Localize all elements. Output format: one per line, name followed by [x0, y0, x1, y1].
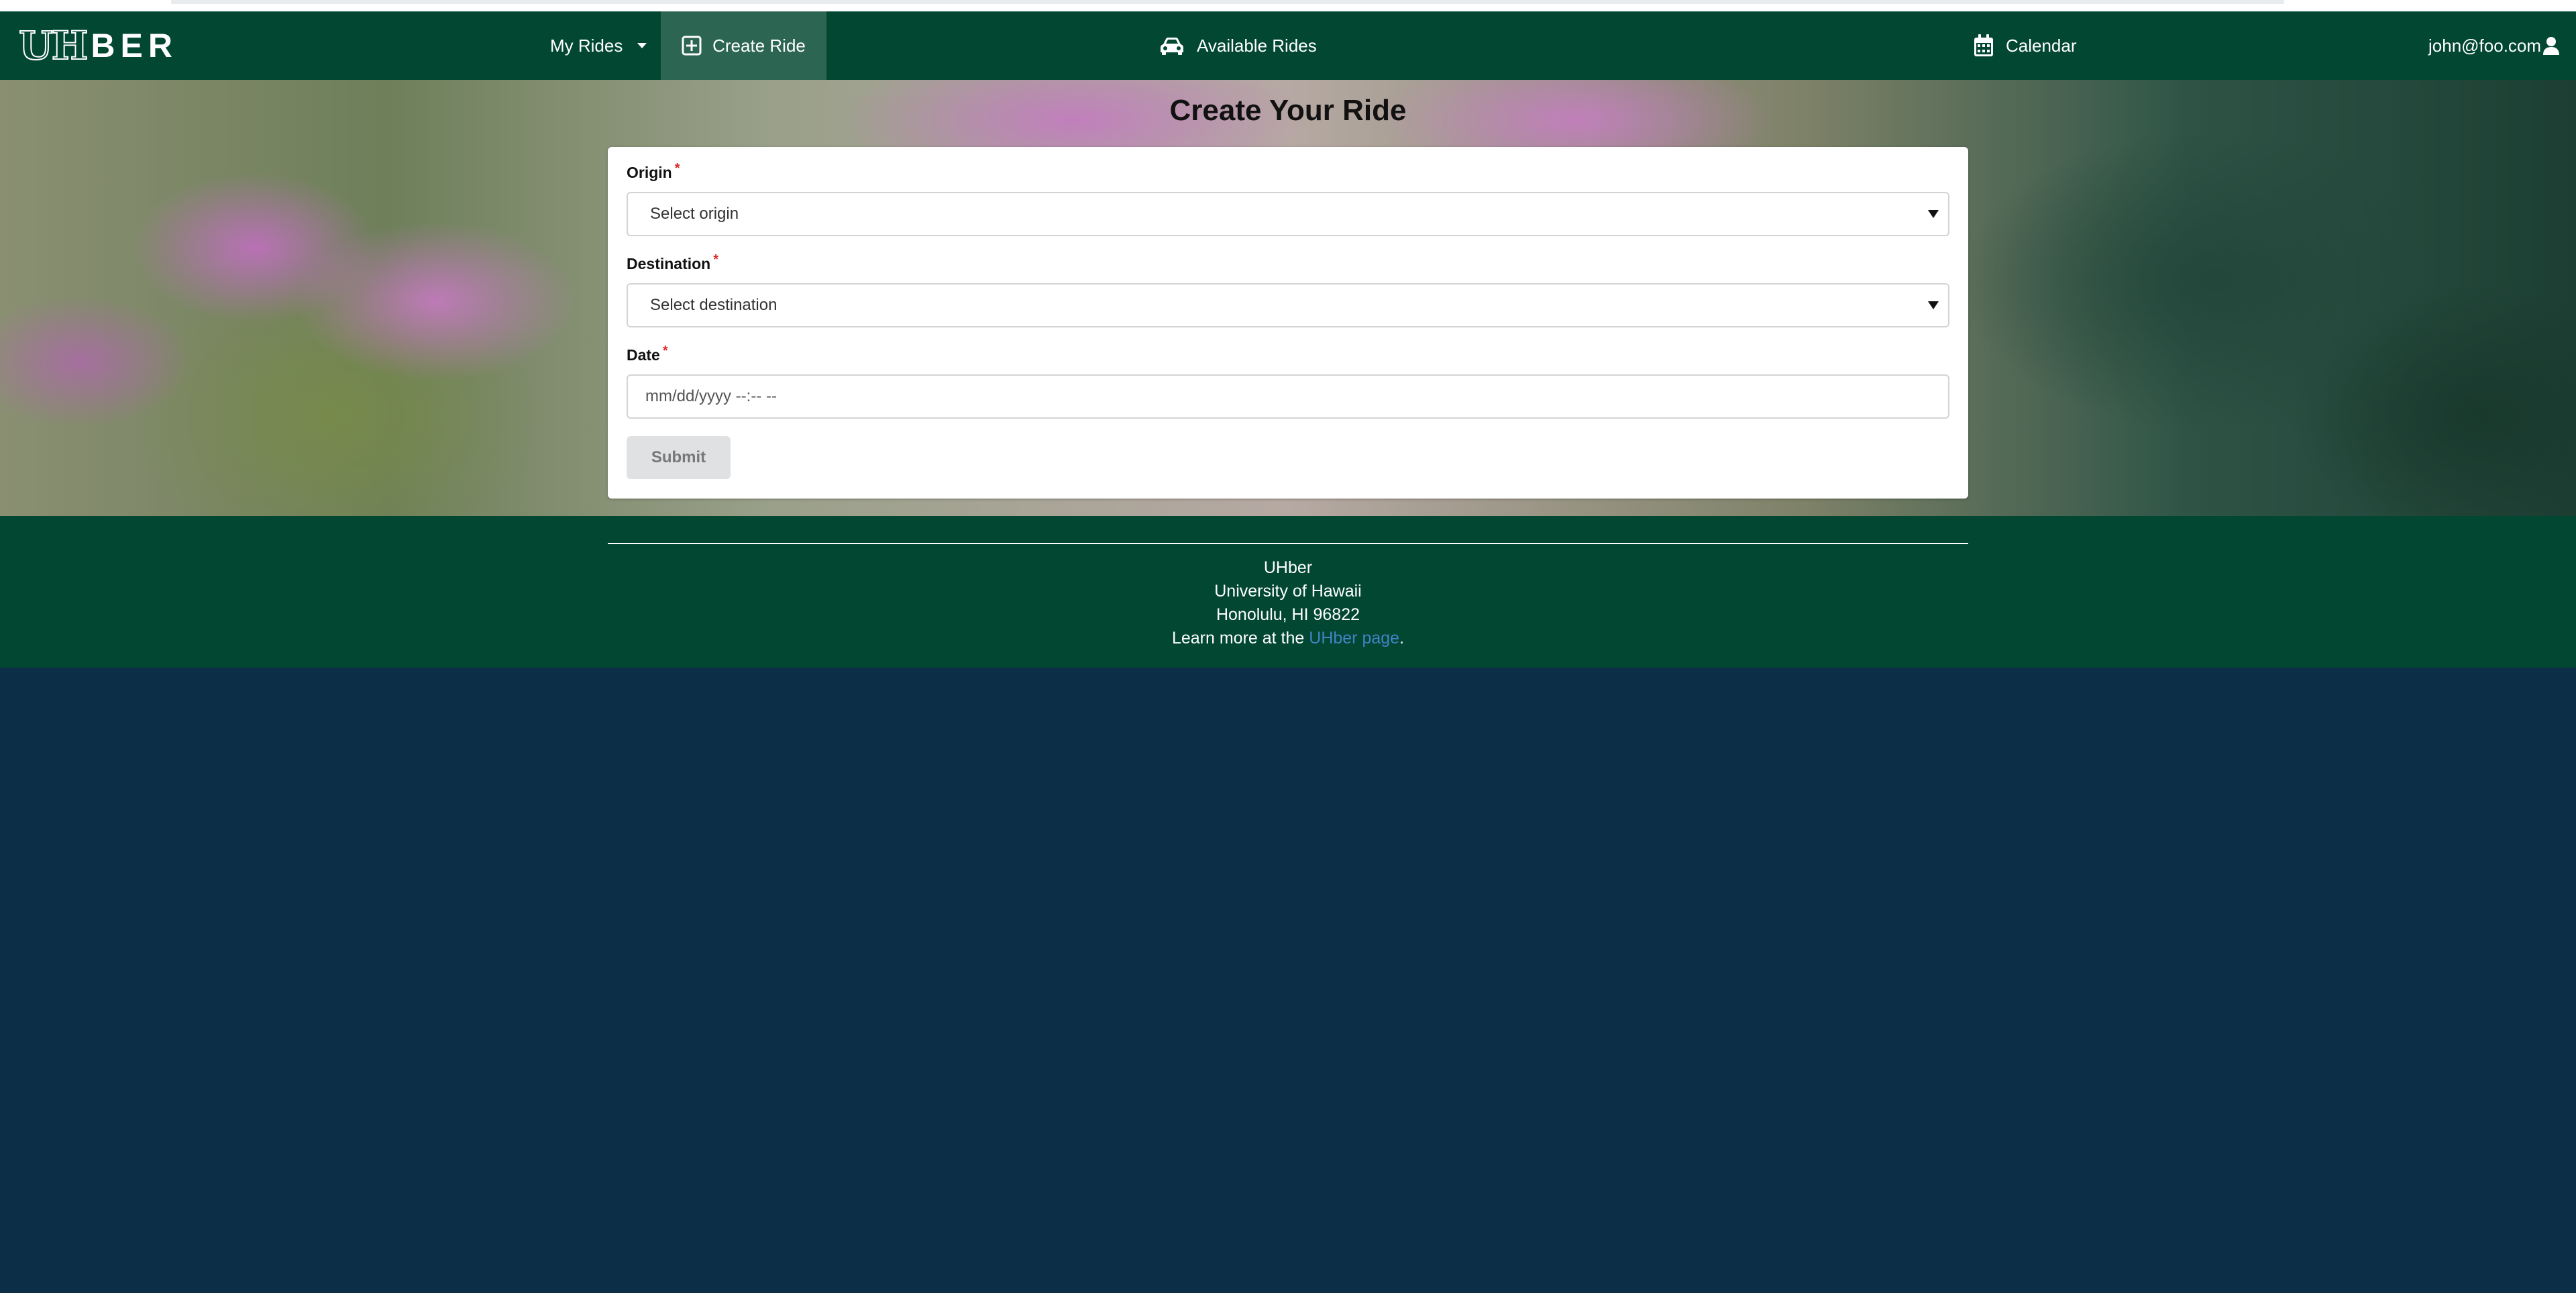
required-marker: * — [662, 344, 668, 358]
brand-logo-ber: BER — [91, 27, 178, 64]
footer-address: Honolulu, HI 96822 — [1216, 605, 1360, 624]
nav-available-rides-label: Available Rides — [1197, 35, 1317, 56]
footer-app-name: UHber — [1263, 558, 1313, 577]
required-marker: * — [674, 161, 680, 176]
brand-logo[interactable]: UH BER — [18, 23, 178, 68]
footer-learn-more: Learn more at the UHber page. — [0, 627, 2576, 650]
footer-university: University of Hawaii — [1214, 582, 1362, 601]
nav-calendar[interactable]: Calendar — [1974, 11, 2077, 80]
date-label-text: Date — [627, 346, 660, 364]
user-icon — [2542, 36, 2560, 55]
hero-background: Create Your Ride Origin * Select origin D… — [0, 80, 2576, 516]
date-input-placeholder: mm/dd/yyyy --:-- -- — [645, 387, 777, 405]
nav-create-ride[interactable]: Create Ride — [661, 11, 826, 80]
calendar-icon — [1974, 34, 1994, 57]
footer: UHber University of Hawaii Honolulu, HI … — [0, 516, 2576, 668]
origin-select[interactable]: Select origin — [627, 192, 1949, 236]
destination-select[interactable]: Select destination — [627, 283, 1949, 327]
origin-select-value: Select origin — [650, 205, 739, 223]
origin-label-text: Origin — [627, 164, 672, 181]
uhber-page-link[interactable]: UHber page — [1309, 629, 1399, 648]
footer-divider — [608, 543, 1968, 544]
top-progress-bar — [171, 0, 2284, 4]
nav-calendar-label: Calendar — [2006, 35, 2077, 56]
required-marker: * — [713, 252, 719, 267]
footer-text: UHber University of Hawaii Honolulu, HI … — [0, 556, 2576, 650]
nav-create-ride-label: Create Ride — [712, 35, 806, 56]
plus-square-icon — [682, 36, 702, 56]
nav-my-rides[interactable]: My Rides — [550, 11, 647, 80]
footer-learn-suffix: . — [1399, 629, 1405, 648]
destination-label: Destination * — [627, 252, 719, 273]
user-email: john@foo.com — [2428, 35, 2542, 56]
navbar: UH BER My Rides Create Ride Available Ri… — [0, 11, 2576, 80]
create-ride-form: Origin * Select origin Destination * Selec… — [608, 147, 1968, 499]
page-title: Create Your Ride — [1169, 94, 1407, 127]
destination-label-text: Destination — [627, 255, 711, 272]
nav-my-rides-label: My Rides — [550, 35, 623, 56]
caret-down-icon — [637, 43, 647, 48]
brand-logo-uh: UH — [18, 23, 89, 68]
dropdown-arrow-icon — [1928, 210, 1939, 218]
user-menu[interactable]: john@foo.com — [2428, 11, 2560, 80]
destination-select-value: Select destination — [650, 296, 777, 314]
submit-button[interactable]: Submit — [627, 436, 731, 479]
car-icon — [1159, 36, 1185, 55]
date-input[interactable]: mm/dd/yyyy --:-- -- — [627, 374, 1949, 419]
browser-top-strip — [0, 0, 2576, 11]
dropdown-arrow-icon — [1928, 301, 1939, 309]
date-label: Date * — [627, 344, 668, 364]
nav-available-rides[interactable]: Available Rides — [1159, 11, 1317, 80]
footer-learn-prefix: Learn more at the — [1171, 629, 1309, 648]
origin-label: Origin * — [627, 161, 680, 182]
